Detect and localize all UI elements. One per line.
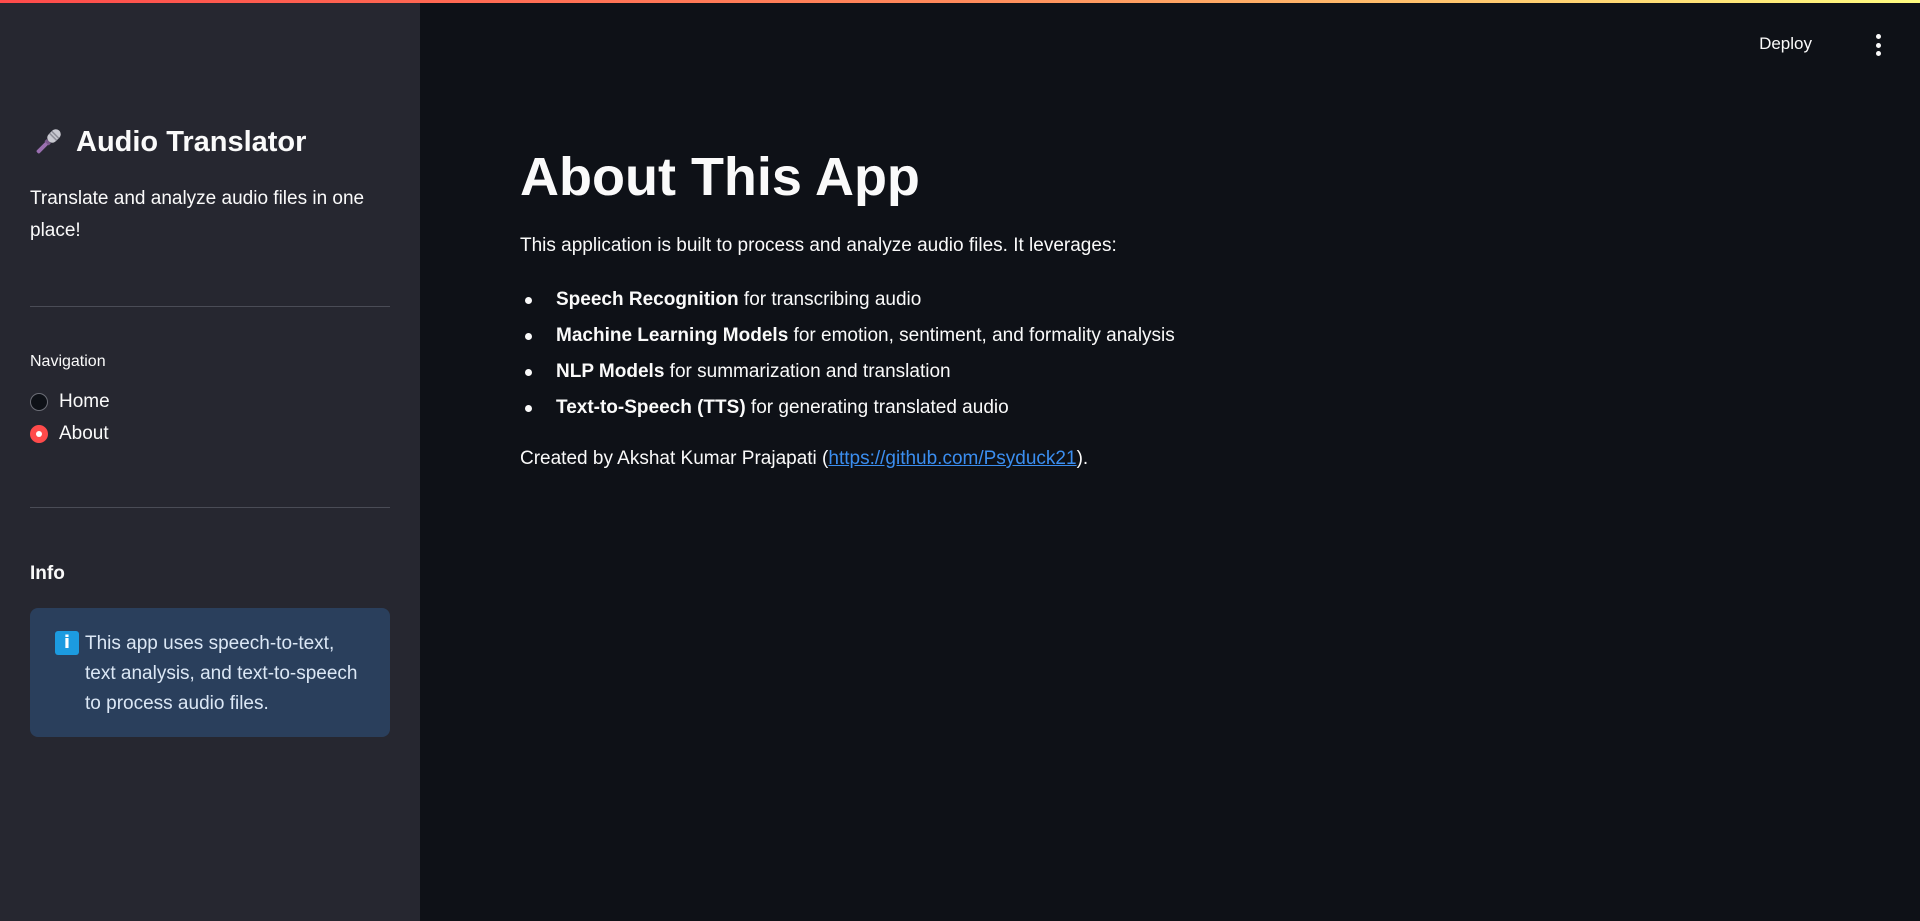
- feature-description: for generating translated audio: [745, 397, 1009, 418]
- radio-button-home[interactable]: [30, 393, 48, 411]
- feature-name: NLP Models: [556, 361, 665, 382]
- feature-description: for emotion, sentiment, and formality an…: [788, 325, 1175, 346]
- feature-description: for transcribing audio: [738, 289, 922, 310]
- feature-name: Machine Learning Models: [556, 325, 789, 346]
- bullet: [525, 405, 532, 412]
- list-item: Machine Learning Models for emotion, sen…: [520, 318, 1175, 354]
- microphone-icon: [36, 129, 61, 154]
- deploy-button[interactable]: Deploy: [1759, 34, 1812, 54]
- credit-prefix: Created by Akshat Kumar Prajapati (: [520, 448, 829, 469]
- feature-name: Speech Recognition: [556, 289, 739, 310]
- top-decoration-bar: [0, 0, 1920, 3]
- sidebar-divider: [30, 507, 390, 508]
- nav-option-home[interactable]: Home: [30, 386, 110, 418]
- sidebar: Audio Translator Translate and analyze a…: [0, 0, 420, 921]
- bullet: [525, 297, 532, 304]
- credit-suffix: ).: [1076, 448, 1089, 469]
- nav-option-label: Home: [59, 391, 110, 412]
- feature-name: Text-to-Speech (TTS): [556, 397, 746, 418]
- info-icon: i: [55, 631, 79, 655]
- bullet: [525, 369, 532, 376]
- sidebar-divider: [30, 306, 390, 307]
- menu-dot: [1875, 34, 1881, 39]
- navigation-label: Navigation: [30, 353, 106, 370]
- page-title: About This App: [520, 147, 920, 207]
- more-vertical-icon[interactable]: [1874, 34, 1882, 56]
- bullet: [525, 333, 532, 340]
- list-item: NLP Models for summarization and transla…: [520, 354, 1175, 390]
- app-title-text: Audio Translator: [76, 125, 307, 158]
- app-header: Deploy: [420, 0, 1920, 94]
- github-link[interactable]: https://github.com/Psyduck21: [828, 448, 1076, 469]
- navigation-radio-group: Home About: [30, 386, 110, 450]
- menu-dot: [1875, 42, 1881, 48]
- credit-text: Created by Akshat Kumar Prajapati (https…: [520, 448, 1088, 470]
- list-item: Text-to-Speech (TTS) for generating tran…: [520, 390, 1175, 426]
- radio-button-about[interactable]: [30, 425, 48, 443]
- feature-list: Speech Recognition for transcribing audi…: [520, 282, 1175, 426]
- app-subtitle: Translate and analyze audio files in one…: [30, 188, 365, 241]
- feature-description: for summarization and translation: [664, 361, 951, 382]
- info-text: This app uses speech-to-text, text analy…: [85, 633, 358, 714]
- intro-text: This application is built to process and…: [520, 235, 1117, 256]
- nav-option-label: About: [59, 423, 109, 444]
- list-item: Speech Recognition for transcribing audi…: [520, 282, 1175, 318]
- app-title: Audio Translator: [30, 124, 306, 160]
- info-alert: i This app uses speech-to-text, text ana…: [30, 608, 390, 737]
- menu-dot: [1875, 51, 1881, 56]
- nav-option-about[interactable]: About: [30, 418, 110, 450]
- info-heading: Info: [30, 563, 65, 584]
